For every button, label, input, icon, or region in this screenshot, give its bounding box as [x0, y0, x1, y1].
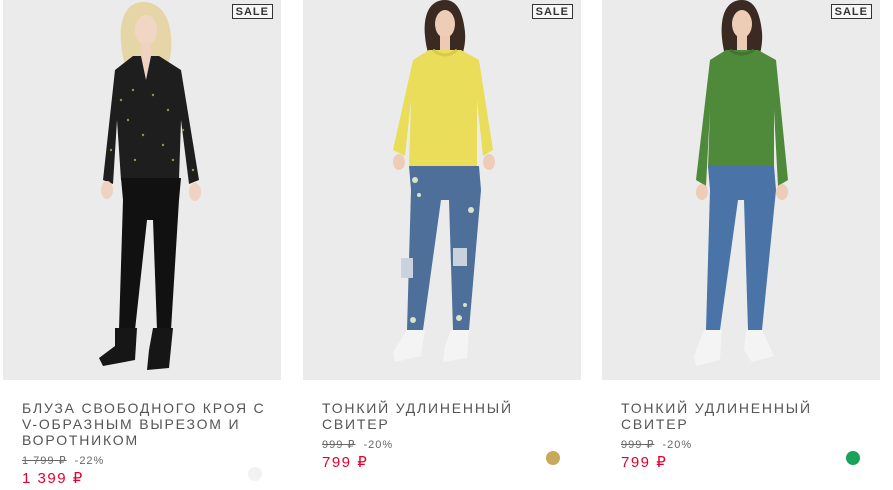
old-price: 1 799 ₽ [22, 455, 67, 467]
current-price: 1 399 ₽ [22, 470, 84, 487]
discount-percent: -22% [74, 455, 105, 467]
old-price-row: 1 799 ₽ -22% [22, 454, 281, 468]
color-swatch[interactable] [248, 467, 262, 481]
discount-percent: -20% [363, 439, 394, 451]
model-green-sweater-illustration [602, 0, 880, 380]
discount-percent: -20% [662, 439, 693, 451]
product-photo[interactable]: SALE [303, 0, 581, 380]
product-photo[interactable]: SALE [602, 0, 880, 380]
color-swatch[interactable] [846, 451, 860, 465]
product-name[interactable]: ТОНКИЙ УДЛИНЕННЫЙ СВИТЕР [322, 400, 572, 432]
product-name[interactable]: БЛУЗА СВОБОДНОГО КРОЯ С V-ОБРАЗНЫМ ВЫРЕЗ… [22, 400, 272, 448]
product-info: ТОНКИЙ УДЛИНЕННЫЙ СВИТЕР 999 ₽ -20% 799 … [322, 400, 581, 472]
old-price-row: 999 ₽ -20% [621, 438, 880, 452]
model-yellow-sweater-illustration [303, 0, 581, 380]
old-price: 999 ₽ [621, 439, 655, 451]
old-price-row: 999 ₽ -20% [322, 438, 581, 452]
current-price: 799 ₽ [621, 454, 668, 471]
sale-badge: SALE [231, 4, 273, 19]
product-photo[interactable]: SALE [3, 0, 281, 380]
product-card[interactable]: SALE ТОНКИЙ УДЛИНЕННЫЙ СВИТЕР 999 ₽ -20%… [602, 0, 880, 471]
product-card[interactable]: SALE БЛУЗА СВОБОДНОГО КРОЯ С V-ОБРАЗНЫМ … [3, 0, 281, 487]
sale-badge: SALE [830, 4, 872, 19]
current-price: 799 ₽ [322, 454, 369, 471]
product-info: ТОНКИЙ УДЛИНЕННЫЙ СВИТЕР 999 ₽ -20% 799 … [621, 400, 880, 472]
product-info: БЛУЗА СВОБОДНОГО КРОЯ С V-ОБРАЗНЫМ ВЫРЕЗ… [22, 400, 281, 488]
product-name[interactable]: ТОНКИЙ УДЛИНЕННЫЙ СВИТЕР [621, 400, 871, 432]
sale-badge: SALE [531, 4, 573, 19]
model-black-blouse-illustration [3, 0, 281, 380]
color-swatch[interactable] [546, 451, 560, 465]
product-card[interactable]: SALE ТОНКИЙ УДЛИНЕННЫЙ СВИТЕР 999 ₽ -20%… [303, 0, 581, 471]
old-price: 999 ₽ [322, 439, 356, 451]
